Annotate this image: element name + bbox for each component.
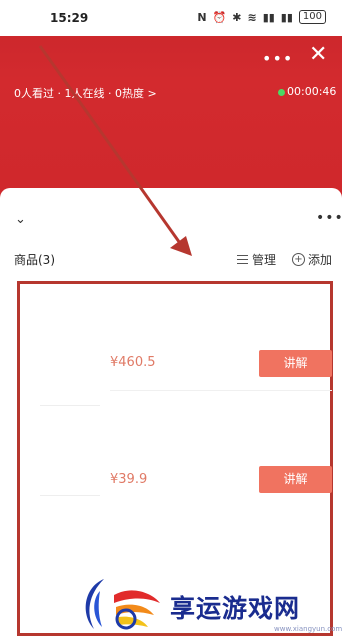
logo-mark-icon: [85, 579, 160, 630]
watermark-text: 享运游戏网: [170, 594, 301, 623]
watermark-url: www.xiangyun.com: [274, 625, 342, 633]
annotation-arrow: [38, 45, 192, 256]
watermark-logo: 享运游戏网 www.xiangyun.com: [74, 569, 342, 639]
